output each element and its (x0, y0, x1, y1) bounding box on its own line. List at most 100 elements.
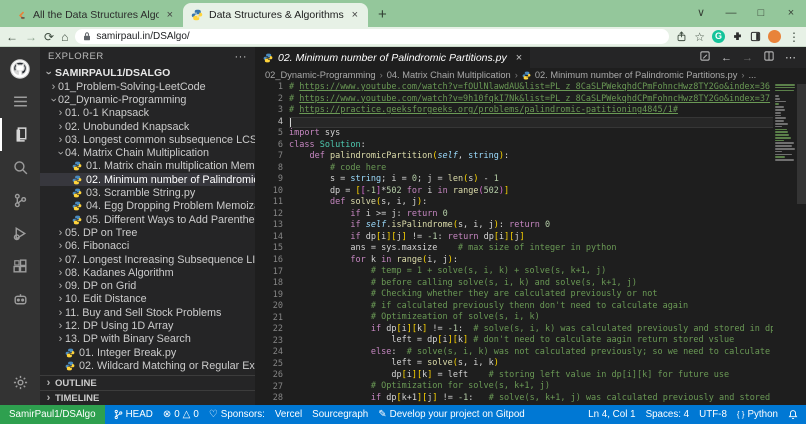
back-icon[interactable]: ← (6, 31, 18, 43)
tree-folder-item[interactable]: › 08. Kadanes Algorithm (40, 266, 255, 279)
tree-file-item[interactable]: 01. Integer Break.py (40, 346, 255, 359)
problems-status[interactable]: ⊗ 0 △ 0 (158, 409, 204, 420)
settings-gear-icon[interactable] (0, 366, 40, 399)
go-forward-icon[interactable]: → (742, 52, 753, 64)
tree-folder-item[interactable]: › 06. Fibonacci (40, 240, 255, 253)
tree-file-item[interactable]: 03. Scramble String.py (40, 186, 255, 199)
tab-close-icon[interactable]: × (350, 9, 360, 21)
lock-icon (84, 32, 91, 41)
editor-scrollbar[interactable] (797, 82, 806, 405)
tree-folder-item[interactable]: › 04. Matrix Chain Multiplication (40, 146, 255, 159)
status-bar: SamirPaul1/DSAlgo HEAD ⊗ 0 △ 0 ♡ Sponsor… (0, 405, 806, 424)
line-number: 20 (272, 301, 283, 312)
notifications-bell[interactable] (783, 409, 806, 420)
warning-icon: △ (182, 409, 191, 420)
tree-folder-item[interactable]: › 01_Problem-Solving-LeetCode (40, 80, 255, 93)
maximize-icon[interactable]: □ (746, 0, 776, 27)
code-area[interactable]: # https://www.youtube.com/watch?v=fOUlNl… (289, 82, 773, 405)
share-icon[interactable] (676, 31, 687, 42)
browser-tab-1[interactable]: All the Data Structures Algorithm × (8, 3, 183, 27)
chevron-right-icon: › (46, 392, 51, 404)
minimap[interactable] (773, 82, 797, 405)
code-line: def solve(s, i, j): (329, 197, 428, 208)
code-line: def palindromicPartition(self, string): (309, 151, 510, 162)
more-actions-icon[interactable]: ⋯ (785, 51, 796, 64)
tree-folder-item[interactable]: › 02. Unobunded Knapsack (40, 120, 255, 133)
browser-menu-icon[interactable]: ⋮ (788, 31, 800, 43)
explorer-root-folder[interactable]: › SAMIRPAUL1/DSALGO (40, 66, 255, 80)
tree-folder-item[interactable]: › 09. DP on Grid (40, 279, 255, 292)
remote-indicator[interactable]: SamirPaul1/DSAlgo (0, 405, 105, 424)
branch-status[interactable]: HEAD (109, 409, 158, 420)
breadcrumb-item[interactable]: 04. Matrix Chain Multiplication (387, 70, 511, 80)
explorer-title: EXPLORER (48, 51, 104, 62)
tree-folder-item[interactable]: › 11. Buy and Sell Stock Problems (40, 306, 255, 319)
extensions-puzzle-icon[interactable] (732, 31, 743, 42)
encoding-status[interactable]: UTF-8 (694, 409, 732, 420)
code-line: # temp = 1 + solve(s, i, k) + solve(s, k… (289, 266, 607, 277)
tab-search-icon[interactable]: ∨ (686, 0, 716, 27)
tab-close-icon[interactable]: × (516, 52, 522, 64)
language-mode-status[interactable]: { } Python (732, 409, 783, 420)
tree-folder-item[interactable]: › 05. DP on Tree (40, 226, 255, 239)
cursor-position-status[interactable]: Ln 4, Col 1 (583, 409, 640, 420)
breadcrumb-item[interactable]: ... (748, 70, 756, 80)
profile-avatar-icon[interactable] (768, 30, 781, 43)
breadcrumb-item[interactable]: 02_Dynamic-Programming (265, 70, 376, 80)
gitpod-status[interactable]: ✎ Develop your project on Gitpod (373, 409, 529, 420)
address-bar[interactable]: samirpaul.in/DSAlgo/ (75, 29, 670, 44)
tree-folder-item[interactable]: › 07. Longest Increasing Subsequence LIS (40, 253, 255, 266)
search-icon[interactable] (0, 151, 40, 184)
code-line (289, 116, 773, 129)
open-changes-icon[interactable] (699, 49, 711, 67)
tree-folder-item[interactable]: › 10. Edit Distance (40, 293, 255, 306)
split-editor-icon[interactable] (763, 49, 775, 67)
vercel-link[interactable]: Vercel (270, 409, 307, 420)
explorer-more-actions-icon[interactable]: ··· (235, 51, 248, 63)
source-control-icon[interactable] (0, 184, 40, 217)
python-icon (522, 71, 531, 79)
sourcegraph-link[interactable]: Sourcegraph (307, 409, 373, 420)
tree-file-item[interactable]: 01. Matrix chain multiplication Memoizat… (40, 160, 255, 173)
github-logo-icon[interactable] (0, 52, 40, 85)
tree-item-label: 02. Minimum number of Palindromic Partit… (86, 173, 255, 186)
split-screen-extension-icon[interactable] (750, 31, 761, 42)
sponsors-status[interactable]: ♡ Sponsors: (204, 409, 270, 420)
tree-file-item[interactable]: 02. Minimum number of Palindromic Partit… (40, 173, 255, 187)
tree-folder-item[interactable]: › 03. Longest common subsequence LCS (40, 133, 255, 146)
outline-section[interactable]: › OUTLINE (40, 375, 255, 390)
explorer-icon[interactable] (0, 118, 40, 151)
tree-folder-item[interactable]: › 12. DP Using 1D Array (40, 319, 255, 332)
robot-copilot-icon[interactable] (0, 283, 40, 316)
tree-file-item[interactable]: 04. Egg Dropping Problem Memoization.py (40, 200, 255, 213)
extensions-icon[interactable] (0, 250, 40, 283)
run-debug-icon[interactable] (0, 217, 40, 250)
line-number: 9 (277, 174, 283, 185)
breadcrumb-item[interactable]: 02. Minimum number of Palindromic Partit… (535, 70, 738, 80)
reload-icon[interactable]: ⟳ (44, 31, 54, 43)
browser-tab-2[interactable]: Data Structures & Algorithms for × (183, 3, 368, 27)
line-numbers-gutter: 1 2 3 4 5 6 7 8 9 10 11 12 13 14 15 16 17 18 19 20 21 22 23 24 2… (255, 82, 289, 405)
tree-file-item[interactable]: 05. Different Ways to Add Parentheses.py (40, 213, 255, 226)
tree-folder-item[interactable]: › 01. 0-1 Knapsack (40, 107, 255, 120)
indentation-status[interactable]: Spaces: 4 (641, 409, 695, 420)
new-tab-button[interactable]: + (378, 6, 387, 23)
line-number: 5 (277, 128, 283, 139)
line-number: 28 (272, 393, 283, 404)
editor-tab[interactable]: 02. Minimum number of Palindromic Partit… (255, 47, 531, 68)
tree-folder-item[interactable]: › 13. DP with Binary Search (40, 333, 255, 346)
bookmark-star-icon[interactable]: ☆ (694, 31, 705, 43)
go-back-icon[interactable]: ← (721, 52, 732, 64)
tab-close-icon[interactable]: × (165, 9, 175, 21)
tree-file-item[interactable]: 02. Wildcard Matching or Regular Express… (40, 359, 255, 372)
menu-hamburger-icon[interactable] (0, 85, 40, 118)
grammarly-extension-icon[interactable]: G (712, 30, 725, 43)
close-icon[interactable]: × (776, 0, 806, 27)
timeline-section[interactable]: › TIMELINE (40, 390, 255, 405)
minimize-icon[interactable]: — (716, 0, 746, 27)
tree-folder-item[interactable]: › 02_Dynamic-Programming (40, 93, 255, 106)
forward-icon[interactable]: → (25, 31, 37, 43)
tree-item-label: 01_Problem-Solving-LeetCode (58, 80, 206, 93)
browser-tab-strip: All the Data Structures Algorithm × Data… (0, 0, 806, 27)
home-icon[interactable]: ⌂ (61, 31, 68, 43)
